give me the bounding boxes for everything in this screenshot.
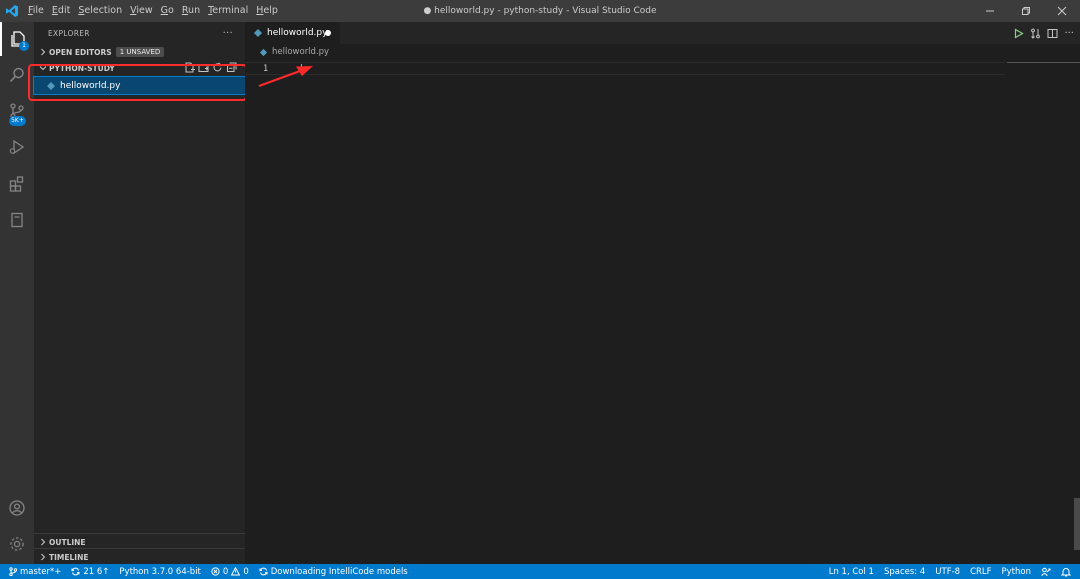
window-controls xyxy=(972,0,1080,22)
accounts-button[interactable] xyxy=(0,491,34,525)
extensions-icon xyxy=(9,176,24,192)
restore-button[interactable] xyxy=(1008,0,1044,22)
notifications-button[interactable] xyxy=(1056,567,1076,577)
sync-label: 21 6↑ xyxy=(83,566,110,577)
text-cursor xyxy=(301,64,302,74)
menu-terminal[interactable]: Terminal xyxy=(204,0,252,22)
chevron-right-icon xyxy=(37,553,49,561)
menu-edit[interactable]: Edit xyxy=(48,0,74,22)
explorer-title: EXPLORER xyxy=(48,28,90,38)
bell-icon xyxy=(1061,567,1071,576)
encoding[interactable]: UTF-8 xyxy=(930,567,965,577)
vscode-logo-icon xyxy=(0,0,24,22)
chevron-right-icon xyxy=(37,48,49,56)
branch-status[interactable]: master*+ xyxy=(4,567,66,577)
title-bar: File Edit Selection View Go Run Terminal… xyxy=(0,0,1080,22)
error-count: 0 xyxy=(222,566,229,577)
manage-button[interactable] xyxy=(0,527,34,561)
line-ending[interactable]: CRLF xyxy=(965,567,996,577)
timeline-section[interactable]: TIMELINE xyxy=(34,548,245,565)
sync-icon xyxy=(71,567,80,576)
highlight-box xyxy=(28,64,247,101)
menu-help[interactable]: Help xyxy=(252,0,282,22)
indentation[interactable]: Spaces: 4 xyxy=(879,567,930,577)
run-debug-button[interactable] xyxy=(0,130,34,164)
menu-file[interactable]: File xyxy=(24,0,48,22)
close-window-button[interactable] xyxy=(1044,0,1080,22)
task-label: Downloading IntelliCode models xyxy=(270,566,408,577)
run-icon[interactable] xyxy=(1013,27,1025,39)
explorer-badge: 1 xyxy=(19,41,29,51)
tab-bar: helloworld.py ··· xyxy=(245,22,1080,44)
explorer-more-button[interactable]: ··· xyxy=(223,28,233,39)
minimap[interactable] xyxy=(1007,62,1080,63)
task-status: Downloading IntelliCode models xyxy=(254,567,413,577)
problems-status[interactable]: 0 0 xyxy=(206,567,254,577)
menu-view[interactable]: View xyxy=(126,0,157,22)
language-mode[interactable]: Python xyxy=(997,567,1036,577)
loading-icon xyxy=(259,567,268,576)
editor-area: helloworld.py ··· helloworld.py 1 xyxy=(245,22,1080,564)
explorer-button[interactable]: 1 xyxy=(0,22,34,56)
tab-helloworld-py[interactable]: helloworld.py xyxy=(245,22,340,44)
breadcrumb[interactable]: helloworld.py xyxy=(245,44,1080,60)
minimize-icon xyxy=(986,10,994,12)
branch-icon xyxy=(9,567,17,576)
sync-status[interactable]: 21 6↑ xyxy=(66,567,114,577)
status-bar: master*+ 21 6↑ Python 3.7.0 64-bit 0 0 D… xyxy=(0,564,1080,579)
minimize-button[interactable] xyxy=(972,0,1008,22)
outline-label: OUTLINE xyxy=(49,537,86,547)
breadcrumb-file: helloworld.py xyxy=(272,47,330,57)
menu-run[interactable]: Run xyxy=(178,0,204,22)
unsaved-dot-icon[interactable] xyxy=(325,30,331,36)
cursor-position[interactable]: Ln 1, Col 1 xyxy=(824,567,879,577)
menu-bar: File Edit Selection View Go Run Terminal… xyxy=(24,0,282,22)
explorer-sidebar: EXPLORER ··· OPEN EDITORS 1 UNSAVED PYTH… xyxy=(33,22,246,565)
compare-changes-icon[interactable] xyxy=(1030,28,1041,39)
timeline-label: TIMELINE xyxy=(49,552,89,562)
run-debug-icon xyxy=(9,139,25,155)
python-file-icon xyxy=(259,48,268,56)
menu-go[interactable]: Go xyxy=(157,0,178,22)
branch-label: master*+ xyxy=(20,566,62,577)
line-number: 1 xyxy=(263,64,269,74)
tab-label: helloworld.py xyxy=(267,28,328,38)
book-button[interactable] xyxy=(0,203,34,237)
chevron-right-icon xyxy=(37,538,49,546)
warning-count: 0 xyxy=(243,566,249,577)
editor-more-button[interactable]: ··· xyxy=(1064,28,1074,39)
restore-icon xyxy=(1022,7,1030,15)
scm-badge: 5K+ xyxy=(9,116,26,126)
unsaved-badge: 1 UNSAVED xyxy=(115,47,165,57)
feedback-icon xyxy=(1041,567,1051,576)
activity-bar: 1 5K+ xyxy=(0,22,34,564)
menu-selection[interactable]: Selection xyxy=(74,0,126,22)
open-editors-label: OPEN EDITORS xyxy=(49,47,112,57)
extensions-button[interactable] xyxy=(0,167,34,201)
book-icon xyxy=(11,212,23,228)
gear-icon xyxy=(10,537,24,551)
explorer-header: EXPLORER ··· xyxy=(34,22,245,44)
python-file-icon xyxy=(254,29,262,37)
split-editor-icon[interactable] xyxy=(1047,28,1058,39)
feedback-button[interactable] xyxy=(1036,567,1056,577)
search-icon xyxy=(9,67,24,83)
close-icon xyxy=(1057,6,1067,16)
editor-line[interactable]: 1 xyxy=(245,62,1005,75)
account-icon xyxy=(9,500,25,516)
error-icon xyxy=(211,567,220,576)
interpreter-status[interactable]: Python 3.7.0 64-bit xyxy=(114,567,205,577)
warning-icon xyxy=(231,567,241,576)
scrollbar[interactable] xyxy=(1074,498,1080,550)
open-editors-section[interactable]: OPEN EDITORS 1 UNSAVED xyxy=(34,44,245,60)
editor-actions: ··· xyxy=(1013,22,1074,44)
